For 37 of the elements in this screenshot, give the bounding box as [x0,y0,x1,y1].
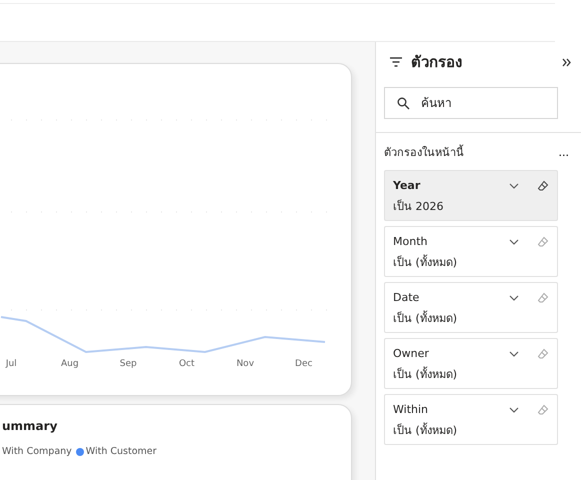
filter-value: เป็น 2026 [393,198,444,215]
filter-card[interactable]: Owner เป็น (ทั้งหมด) [384,338,558,389]
filter-name: Year [393,179,422,192]
search-icon [397,97,410,110]
filter-icon [389,56,403,68]
axis-label: Dec [294,359,314,369]
axis-label: Aug [60,359,80,369]
filter-card[interactable]: Date เป็น (ทั้งหมด) [384,282,558,333]
eraser-icon[interactable] [537,180,549,192]
axis-label: Sep [118,359,138,369]
chevron-down-icon[interactable] [509,182,519,188]
search-field[interactable]: ค้นหา [384,87,558,119]
chevron-down-icon[interactable] [509,350,519,356]
axis-label: Jul [4,359,18,369]
chevron-down-icon[interactable] [509,238,519,244]
filter-name: Month [393,235,428,248]
filter-value: เป็น (ทั้งหมด) [393,254,458,271]
filter-name: Within [393,403,430,416]
filter-name: Date [393,291,420,304]
filter-value: เป็น (ทั้งหมด) [393,366,458,383]
filter-card[interactable]: Within เป็น (ทั้งหมด) [384,394,558,445]
chevron-down-icon[interactable] [509,406,519,412]
section-title: ตัวกรองในหน้านี้ [384,144,464,161]
pane-title: ตัวกรอง [411,52,463,73]
double-chevron-icon [562,58,571,66]
card-title: ummary [2,419,58,433]
more-button[interactable]: ... [558,146,569,158]
filter-card[interactable]: Month เป็น (ทั้งหมด) [384,226,558,277]
legend-label: With Customer [86,446,157,457]
axis-label: Nov [235,359,256,369]
filter-name: Owner [393,347,430,360]
filter-value: เป็น (ทั้งหมด) [393,310,458,327]
legend-label: With Company [2,446,72,457]
filter-value: เป็น (ทั้งหมด) [393,422,458,439]
filter-card[interactable]: Year เป็น 2026 [384,170,558,221]
chevron-down-icon[interactable] [509,294,519,300]
axis-label: Oct [178,359,196,369]
